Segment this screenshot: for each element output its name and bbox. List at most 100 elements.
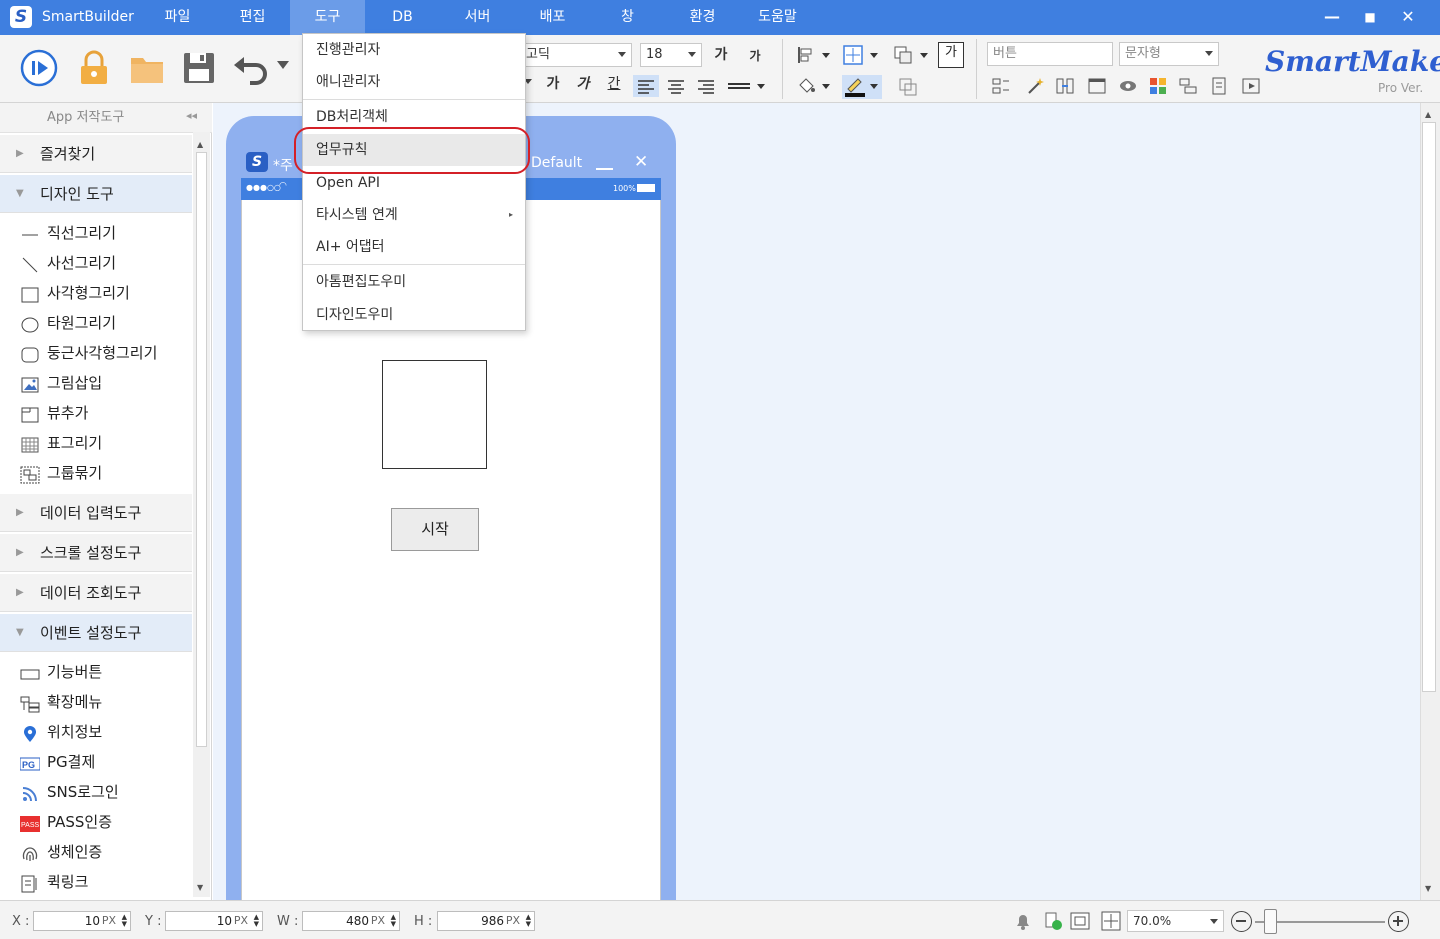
bell-icon[interactable]: [1013, 911, 1033, 931]
category-data-input[interactable]: ▶ 데이터 입력도구: [0, 494, 192, 532]
check-doc-icon[interactable]: [1043, 911, 1063, 931]
underline-button[interactable]: 간: [603, 73, 625, 95]
font-name-select[interactable]: 고딕: [520, 43, 632, 67]
menu-window[interactable]: 창: [590, 0, 665, 35]
menu-item-atom-editor-helper[interactable]: 아톰편집도우미: [303, 266, 525, 298]
canvas-scroll-down-icon[interactable]: ▼: [1425, 884, 1431, 893]
tool-pg-payment[interactable]: PG PG결제: [19, 747, 190, 777]
save-icon[interactable]: [180, 49, 218, 87]
align-center-icon[interactable]: [663, 75, 689, 97]
menu-db[interactable]: DB: [365, 0, 440, 35]
undo-dropdown-icon[interactable]: [277, 61, 289, 69]
tool-diagonal[interactable]: 사선그리기: [20, 248, 190, 278]
x-input[interactable]: 10 PX ▲ ▼: [33, 911, 131, 931]
bold-button[interactable]: 가: [542, 73, 564, 95]
tool-line[interactable]: 직선그리기: [20, 218, 190, 248]
tool-rectangle[interactable]: 사각형그리기: [20, 278, 190, 308]
property-icon[interactable]: [991, 76, 1011, 96]
menu-settings[interactable]: 환경: [665, 0, 740, 35]
tool-table[interactable]: 표그리기: [20, 428, 190, 458]
line-style-icon[interactable]: [726, 75, 768, 97]
menu-item-animation-manager[interactable]: 애니관리자: [303, 66, 525, 98]
tool-ellipse[interactable]: 타원그리기: [20, 308, 190, 338]
align-right-icon[interactable]: [693, 75, 719, 97]
menu-help[interactable]: 도움말: [740, 0, 815, 35]
font-shrink-button[interactable]: 가: [744, 45, 766, 67]
category-data-query[interactable]: ▶ 데이터 조회도구: [0, 574, 192, 612]
menu-tools[interactable]: 도구: [290, 0, 365, 35]
preview-icon[interactable]: [1241, 76, 1261, 96]
menu-edit[interactable]: 편집: [215, 0, 290, 35]
minimize-button[interactable]: —: [1320, 6, 1344, 28]
tool-function-button[interactable]: 기능버튼: [20, 657, 190, 687]
fill-color-icon[interactable]: [795, 75, 835, 97]
line-color-icon[interactable]: [842, 75, 882, 99]
diagonal-line-icon: [20, 254, 40, 273]
maximize-button[interactable]: ■: [1358, 6, 1382, 28]
eye-icon[interactable]: [1118, 76, 1138, 96]
zoom-out-icon[interactable]: [1231, 911, 1252, 932]
layout-icon[interactable]: [1178, 76, 1198, 96]
rectangle-shape[interactable]: [382, 360, 487, 469]
menu-item-design-helper[interactable]: 디자인도우미: [303, 299, 525, 331]
collapse-sidebar-icon[interactable]: ◂◂: [186, 109, 197, 122]
menu-item-ai-adapter[interactable]: AI+ 어댑터: [303, 231, 525, 263]
category-event-tools[interactable]: ▼ 이벤트 설정도구: [0, 614, 192, 652]
tool-pass-auth[interactable]: PASS PASS인증: [20, 807, 190, 837]
lock-icon[interactable]: [75, 49, 113, 87]
font-size-select[interactable]: 18: [640, 43, 702, 67]
category-favorites[interactable]: ▶ 즐겨찾기: [0, 135, 192, 173]
font-grow-button[interactable]: 가: [710, 44, 732, 66]
y-input[interactable]: 10 PX ▲ ▼: [165, 911, 263, 931]
undo-icon[interactable]: [232, 51, 270, 89]
scroll-down-icon[interactable]: ▼: [197, 883, 203, 892]
menu-file[interactable]: 파일: [140, 0, 215, 35]
tool-expand-menu[interactable]: 확장메뉴: [20, 687, 190, 717]
menu-deploy[interactable]: 배포: [515, 0, 590, 35]
zoom-select[interactable]: 70.0%: [1127, 910, 1224, 932]
tool-sns-login[interactable]: SNS로그인: [20, 777, 190, 807]
h-input[interactable]: 986 PX ▲ ▼: [437, 911, 535, 931]
design-window-minimize-icon[interactable]: [596, 168, 613, 170]
tool-biometric[interactable]: 생체인증: [20, 837, 190, 867]
canvas-scroll-up-icon[interactable]: ▲: [1425, 110, 1431, 119]
zoom-slider-thumb[interactable]: [1264, 909, 1277, 934]
scroll-up-icon[interactable]: ▲: [197, 140, 203, 149]
tool-insert-image[interactable]: 그림삽입: [20, 368, 190, 398]
category-design-tools[interactable]: ▼ 디자인 도구: [0, 175, 192, 213]
fit-screen-icon[interactable]: [1101, 911, 1121, 931]
palette-icon[interactable]: [1148, 76, 1168, 96]
tool-rounded-rect[interactable]: 둥근사각형그리기: [20, 338, 190, 368]
menu-item-external-system[interactable]: 타시스템 연계 ▸: [303, 199, 525, 231]
tool-location[interactable]: 위치정보: [20, 717, 190, 747]
tool-group[interactable]: 그룹묶기: [20, 458, 190, 488]
order-icon[interactable]: [892, 44, 932, 66]
text-box-button[interactable]: 가: [938, 42, 964, 68]
group-objects-icon[interactable]: [897, 76, 919, 98]
canvas-scroll-thumb[interactable]: [1422, 122, 1436, 692]
sidebar-scroll-thumb[interactable]: [196, 152, 207, 747]
italic-button[interactable]: 가: [572, 73, 594, 95]
w-input[interactable]: 480 PX ▲ ▼: [302, 911, 400, 931]
align-objects-icon[interactable]: [795, 44, 835, 66]
run-icon[interactable]: [20, 49, 58, 87]
move-icon[interactable]: [1055, 76, 1075, 96]
wand-icon[interactable]: [1025, 76, 1045, 96]
window-icon[interactable]: [1087, 76, 1107, 96]
component-name-field[interactable]: 버튼: [987, 42, 1113, 66]
tool-add-view[interactable]: 뷰추가: [20, 398, 190, 428]
distribute-icon[interactable]: [842, 44, 882, 66]
folder-icon[interactable]: [128, 49, 166, 87]
align-left-icon[interactable]: [633, 75, 659, 97]
close-button[interactable]: ✕: [1396, 6, 1420, 28]
design-window-close-icon[interactable]: ✕: [634, 152, 648, 172]
page-icon[interactable]: [1209, 76, 1229, 96]
menu-item-progress-manager[interactable]: 진행관리자: [303, 34, 525, 66]
start-button[interactable]: 시작: [391, 508, 479, 551]
tool-quicklink[interactable]: 퀵링크: [20, 867, 190, 897]
component-type-select[interactable]: 문자형: [1119, 42, 1219, 66]
category-scroll[interactable]: ▶ 스크롤 설정도구: [0, 534, 192, 572]
menu-server[interactable]: 서버: [440, 0, 515, 35]
zoom-in-icon[interactable]: [1388, 911, 1409, 932]
frame-icon[interactable]: [1070, 911, 1090, 931]
